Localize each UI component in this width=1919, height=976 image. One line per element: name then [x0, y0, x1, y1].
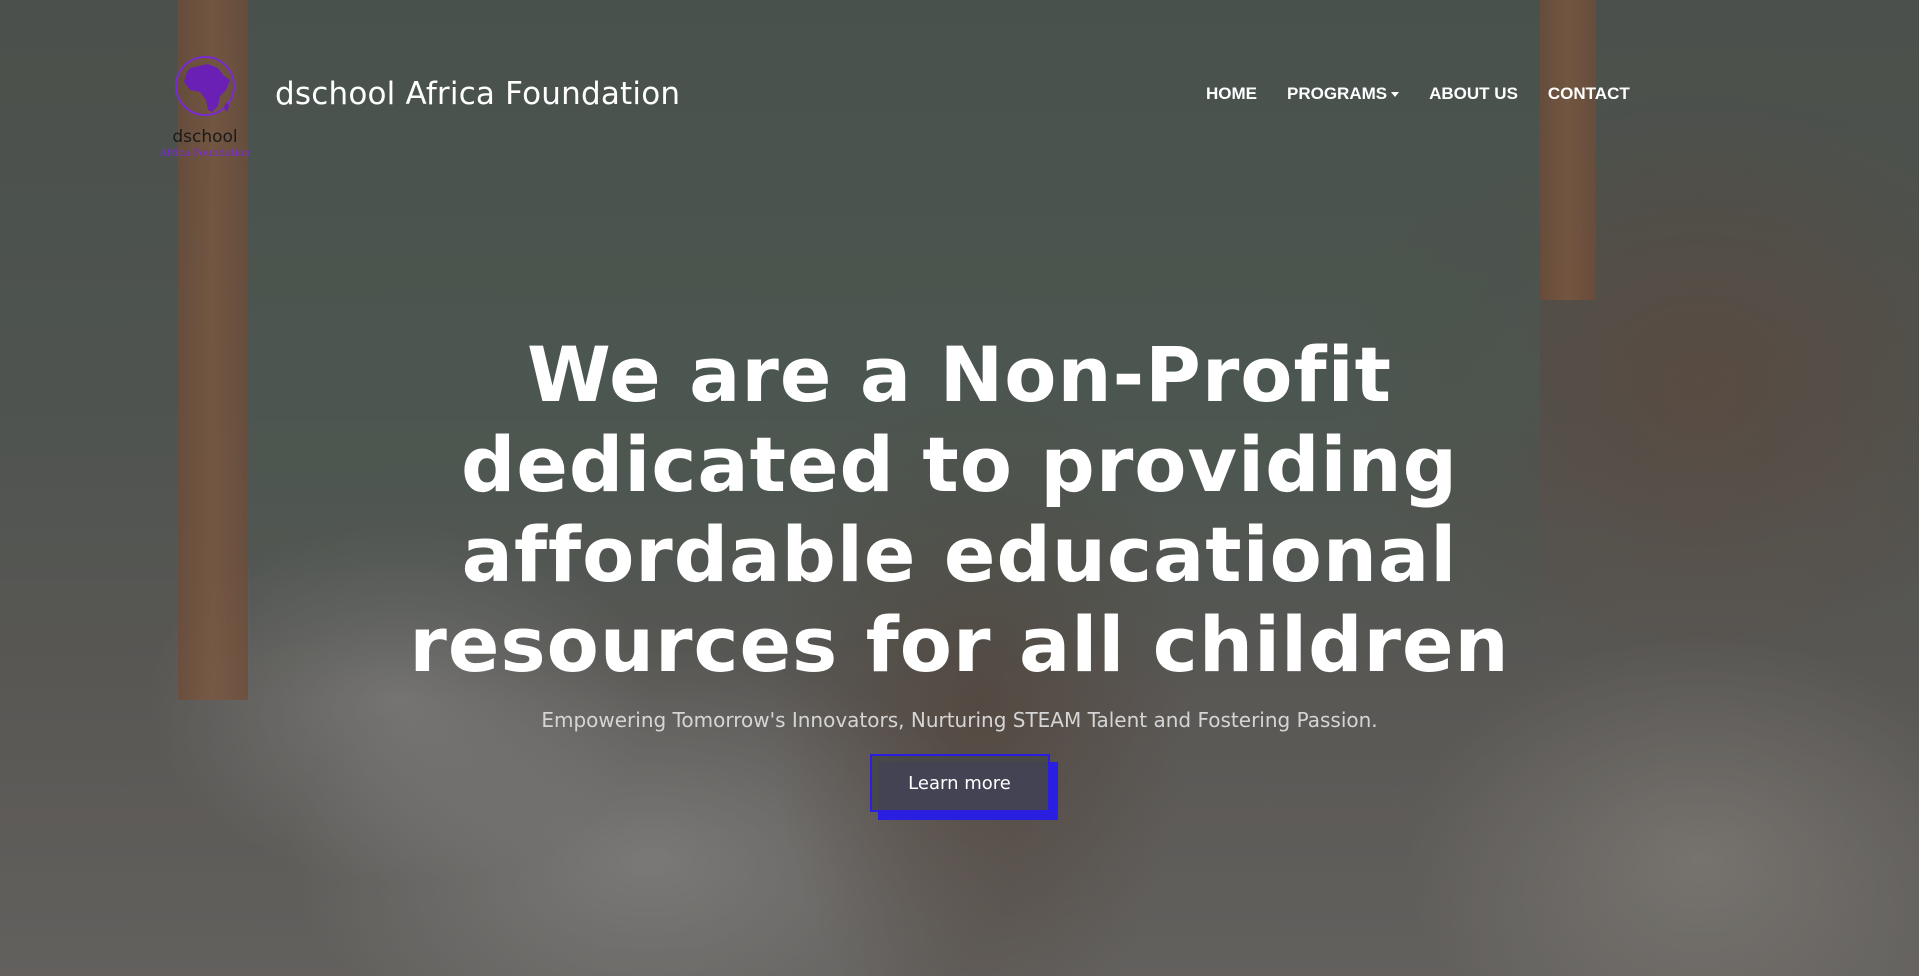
- hero-subtitle: Empowering Tomorrow's Innovators, Nurtur…: [541, 708, 1378, 732]
- nav-programs-dropdown[interactable]: PROGRAMS: [1287, 84, 1400, 104]
- nav-links: HOME PROGRAMS ABOUT US CONTACT: [1206, 84, 1660, 104]
- learn-more-label: Learn more: [908, 772, 1011, 794]
- nav-contact-label: CONTACT: [1547, 84, 1630, 103]
- learn-more-button[interactable]: Learn more: [869, 754, 1050, 812]
- nav-contact-link[interactable]: CONTACT: [1548, 84, 1630, 104]
- logo-text-sub: Africa Foundation: [160, 148, 250, 159]
- nav-about-link[interactable]: ABOUT US: [1429, 84, 1518, 104]
- nav-home-link[interactable]: HOME: [1206, 84, 1257, 104]
- chevron-down-icon: [1391, 91, 1400, 97]
- logo-text-main: dschool: [172, 127, 237, 147]
- navbar: dschool Africa Foundation dschool Africa…: [0, 0, 1919, 190]
- africa-map-logo-icon[interactable]: dschool Africa Foundation: [160, 56, 250, 160]
- nav-about-label: ABOUT US: [1429, 84, 1518, 103]
- hero-section: dschool Africa Foundation dschool Africa…: [0, 0, 1919, 976]
- learn-more-wrapper: Learn more: [869, 754, 1058, 820]
- hero-content: We are a Non-Profit dedicated to providi…: [0, 330, 1919, 820]
- nav-programs-label: PROGRAMS: [1287, 84, 1388, 103]
- nav-home-label: HOME: [1206, 84, 1257, 103]
- hero-headline: We are a Non-Profit dedicated to providi…: [409, 330, 1510, 689]
- brand-name[interactable]: dschool Africa Foundation: [275, 76, 680, 112]
